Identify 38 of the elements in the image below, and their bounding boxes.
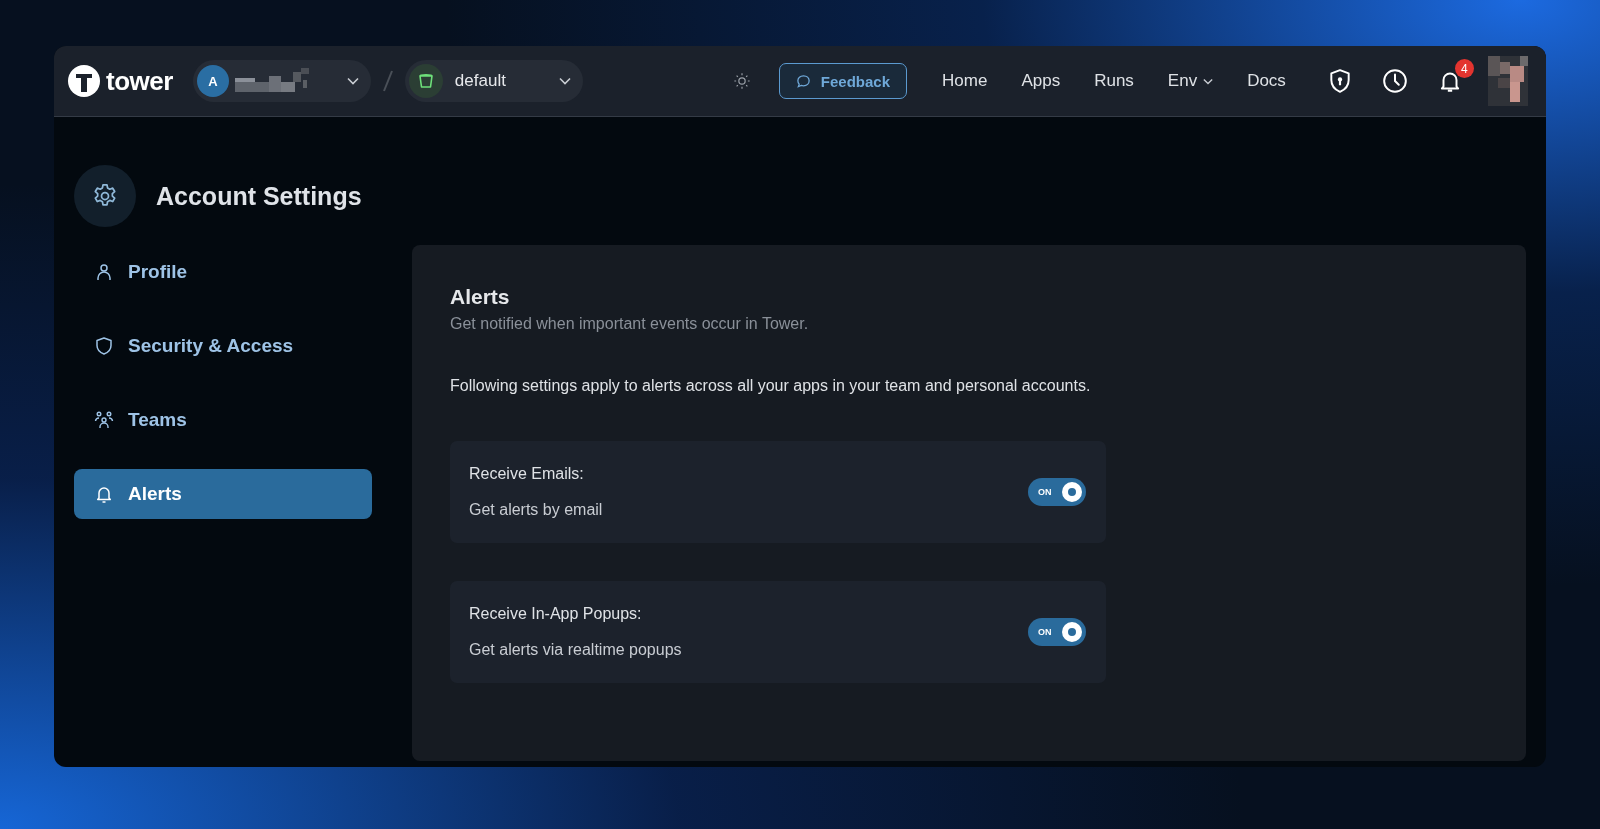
intro-text: Following settings apply to alerts across all your apps in your team and personal accounts. bbox=[450, 377, 1092, 395]
sidebar-item[interactable]: Teams bbox=[74, 395, 372, 445]
sidebar-item[interactable]: Profile bbox=[74, 247, 372, 297]
bucket-icon bbox=[408, 64, 443, 98]
sidebar-item[interactable]: Security & Access bbox=[74, 321, 372, 371]
chevron-down-icon bbox=[1203, 77, 1214, 85]
slash-separator bbox=[382, 70, 393, 92]
bell-icon bbox=[94, 484, 114, 504]
setting-description: Get alerts via realtime popups bbox=[469, 641, 682, 659]
nav-link[interactable]: Runs bbox=[1077, 71, 1151, 91]
organization-avatar: A bbox=[196, 65, 229, 97]
theme-toggle-icon[interactable] bbox=[732, 72, 751, 90]
chevron-down-icon bbox=[558, 77, 571, 85]
setting-label: Receive In-App Popups: bbox=[469, 605, 643, 623]
feedback-button[interactable]: Feedback bbox=[778, 63, 908, 99]
logo-icon bbox=[68, 65, 100, 97]
nav-link[interactable]: Apps bbox=[1004, 71, 1078, 91]
section-title: Alerts bbox=[450, 285, 511, 309]
nav-link[interactable]: Docs bbox=[1230, 71, 1303, 91]
section-subtitle: Get notified when important events occur in Tower. bbox=[450, 315, 810, 333]
people-icon bbox=[94, 410, 114, 430]
toggle-switch[interactable]: ON bbox=[1028, 478, 1086, 506]
nav-link[interactable]: Home bbox=[925, 71, 1005, 91]
setting-label: Receive Emails: bbox=[469, 465, 585, 483]
setting-description: Get alerts by email bbox=[469, 501, 603, 519]
shield-icon bbox=[94, 336, 114, 356]
page-title: Account Settings bbox=[156, 181, 362, 211]
notification-count: 4 bbox=[1454, 59, 1474, 78]
brand-name: tower bbox=[106, 65, 173, 97]
environment-selector[interactable]: default bbox=[404, 60, 583, 102]
person-icon bbox=[94, 262, 114, 282]
sidebar-item[interactable]: Alerts bbox=[74, 469, 372, 519]
nav-link[interactable]: Env bbox=[1150, 71, 1231, 91]
toggle-switch[interactable]: ON bbox=[1028, 618, 1086, 646]
organization-selector[interactable]: A bbox=[192, 60, 371, 102]
clock-icon[interactable] bbox=[1381, 68, 1408, 94]
chevron-down-icon bbox=[346, 77, 359, 85]
chat-bubble-icon bbox=[795, 73, 811, 89]
